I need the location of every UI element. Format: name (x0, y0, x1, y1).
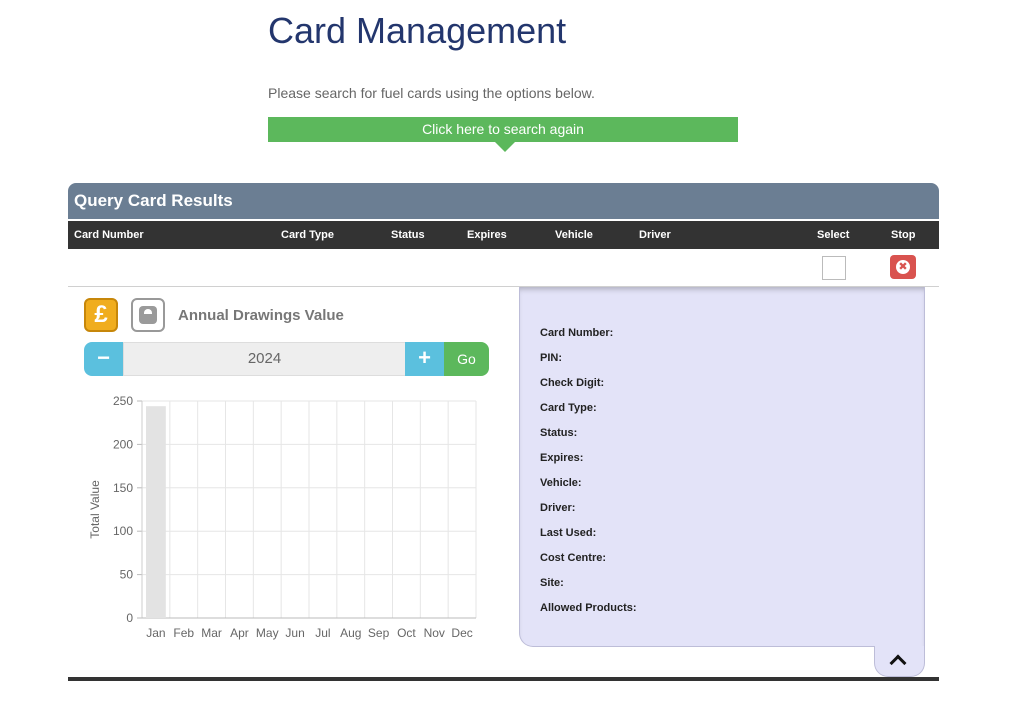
x-tick-label: May (256, 626, 279, 640)
scale-dial (144, 309, 152, 314)
scale-icon[interactable] (131, 298, 165, 332)
pound-icon[interactable]: £ (84, 298, 118, 332)
bar-jan (146, 406, 166, 618)
col-vehicle[interactable]: Vehicle (555, 229, 593, 241)
results-panel-header: Query Card Results (68, 183, 939, 219)
collapse-tab[interactable] (874, 646, 925, 677)
col-card-type[interactable]: Card Type (281, 229, 334, 241)
x-tick-label: Dec (451, 626, 472, 640)
y-tick-label: 50 (120, 568, 134, 582)
col-select[interactable]: Select (817, 229, 849, 241)
y-tick-label: 0 (126, 611, 133, 625)
select-checkbox[interactable] (822, 256, 846, 280)
detail-label: Last Used: (540, 527, 597, 539)
scale-body (139, 306, 157, 324)
chart-heading: Annual Drawings Value (178, 307, 344, 324)
detail-label: PIN: (540, 352, 562, 364)
detail-label: Expires: (540, 452, 584, 464)
year-input[interactable]: 2024 (123, 342, 406, 376)
stop-card-button[interactable]: ✖ (890, 255, 916, 279)
search-again-button[interactable]: Click here to search again (268, 117, 738, 142)
year-minus-button[interactable]: − (84, 342, 123, 376)
chevron-up-icon (889, 654, 907, 672)
detail-label: Card Number: (540, 327, 614, 339)
y-axis-label: Total Value (88, 480, 102, 539)
x-tick-label: Feb (173, 626, 194, 640)
detail-label: Card Type: (540, 402, 597, 414)
detail-label: Driver: (540, 502, 576, 514)
search-intro-text: Please search for fuel cards using the o… (268, 85, 595, 101)
bottom-divider (68, 677, 939, 681)
year-selector: − 2024 + Go (84, 342, 489, 376)
table-row[interactable]: ✖ (68, 249, 939, 287)
x-tick-label: Nov (424, 626, 445, 640)
search-again-arrow (495, 142, 515, 152)
col-card-number[interactable]: Card Number (74, 229, 144, 241)
detail-label: Site: (540, 577, 564, 589)
x-tick-label: Oct (397, 626, 416, 640)
card-detail-panel: Card Number: PIN: Check Digit: Card Type: St… (519, 287, 925, 647)
close-icon: ✖ (896, 260, 910, 274)
x-tick-label: Sep (368, 626, 390, 640)
y-tick-label: 200 (113, 437, 133, 451)
col-status[interactable]: Status (391, 229, 425, 241)
col-expires[interactable]: Expires (467, 229, 507, 241)
results-table-header: Card Number Card Type Status Expires Veh… (68, 221, 939, 249)
x-tick-label: Mar (201, 626, 222, 640)
col-stop[interactable]: Stop (891, 229, 915, 241)
x-tick-label: Jun (285, 626, 304, 640)
x-tick-label: Jul (315, 626, 330, 640)
detail-label: Check Digit: (540, 377, 605, 389)
results-title: Query Card Results (74, 191, 233, 210)
x-tick-label: Apr (230, 626, 249, 640)
detail-label: Vehicle: (540, 477, 582, 489)
detail-label: Allowed Products: (540, 602, 637, 614)
year-go-button[interactable]: Go (444, 342, 489, 376)
page-title: Card Management (268, 10, 567, 51)
x-tick-label: Aug (340, 626, 361, 640)
y-tick-label: 250 (113, 394, 133, 408)
year-plus-button[interactable]: + (405, 342, 444, 376)
col-driver[interactable]: Driver (639, 229, 671, 241)
detail-label: Cost Centre: (540, 552, 607, 564)
card-detail-list: Card Number: PIN: Check Digit: Card Type: St… (540, 327, 637, 627)
annual-drawings-chart: 0 50 100 150 200 250 Jan Feb Mar Apr May Jun Jul Aug S… (88, 394, 477, 640)
x-tick-label: Jan (146, 626, 165, 640)
detail-label: Status: (540, 427, 578, 439)
y-tick-label: 100 (113, 524, 133, 538)
y-tick-label: 150 (113, 481, 133, 495)
